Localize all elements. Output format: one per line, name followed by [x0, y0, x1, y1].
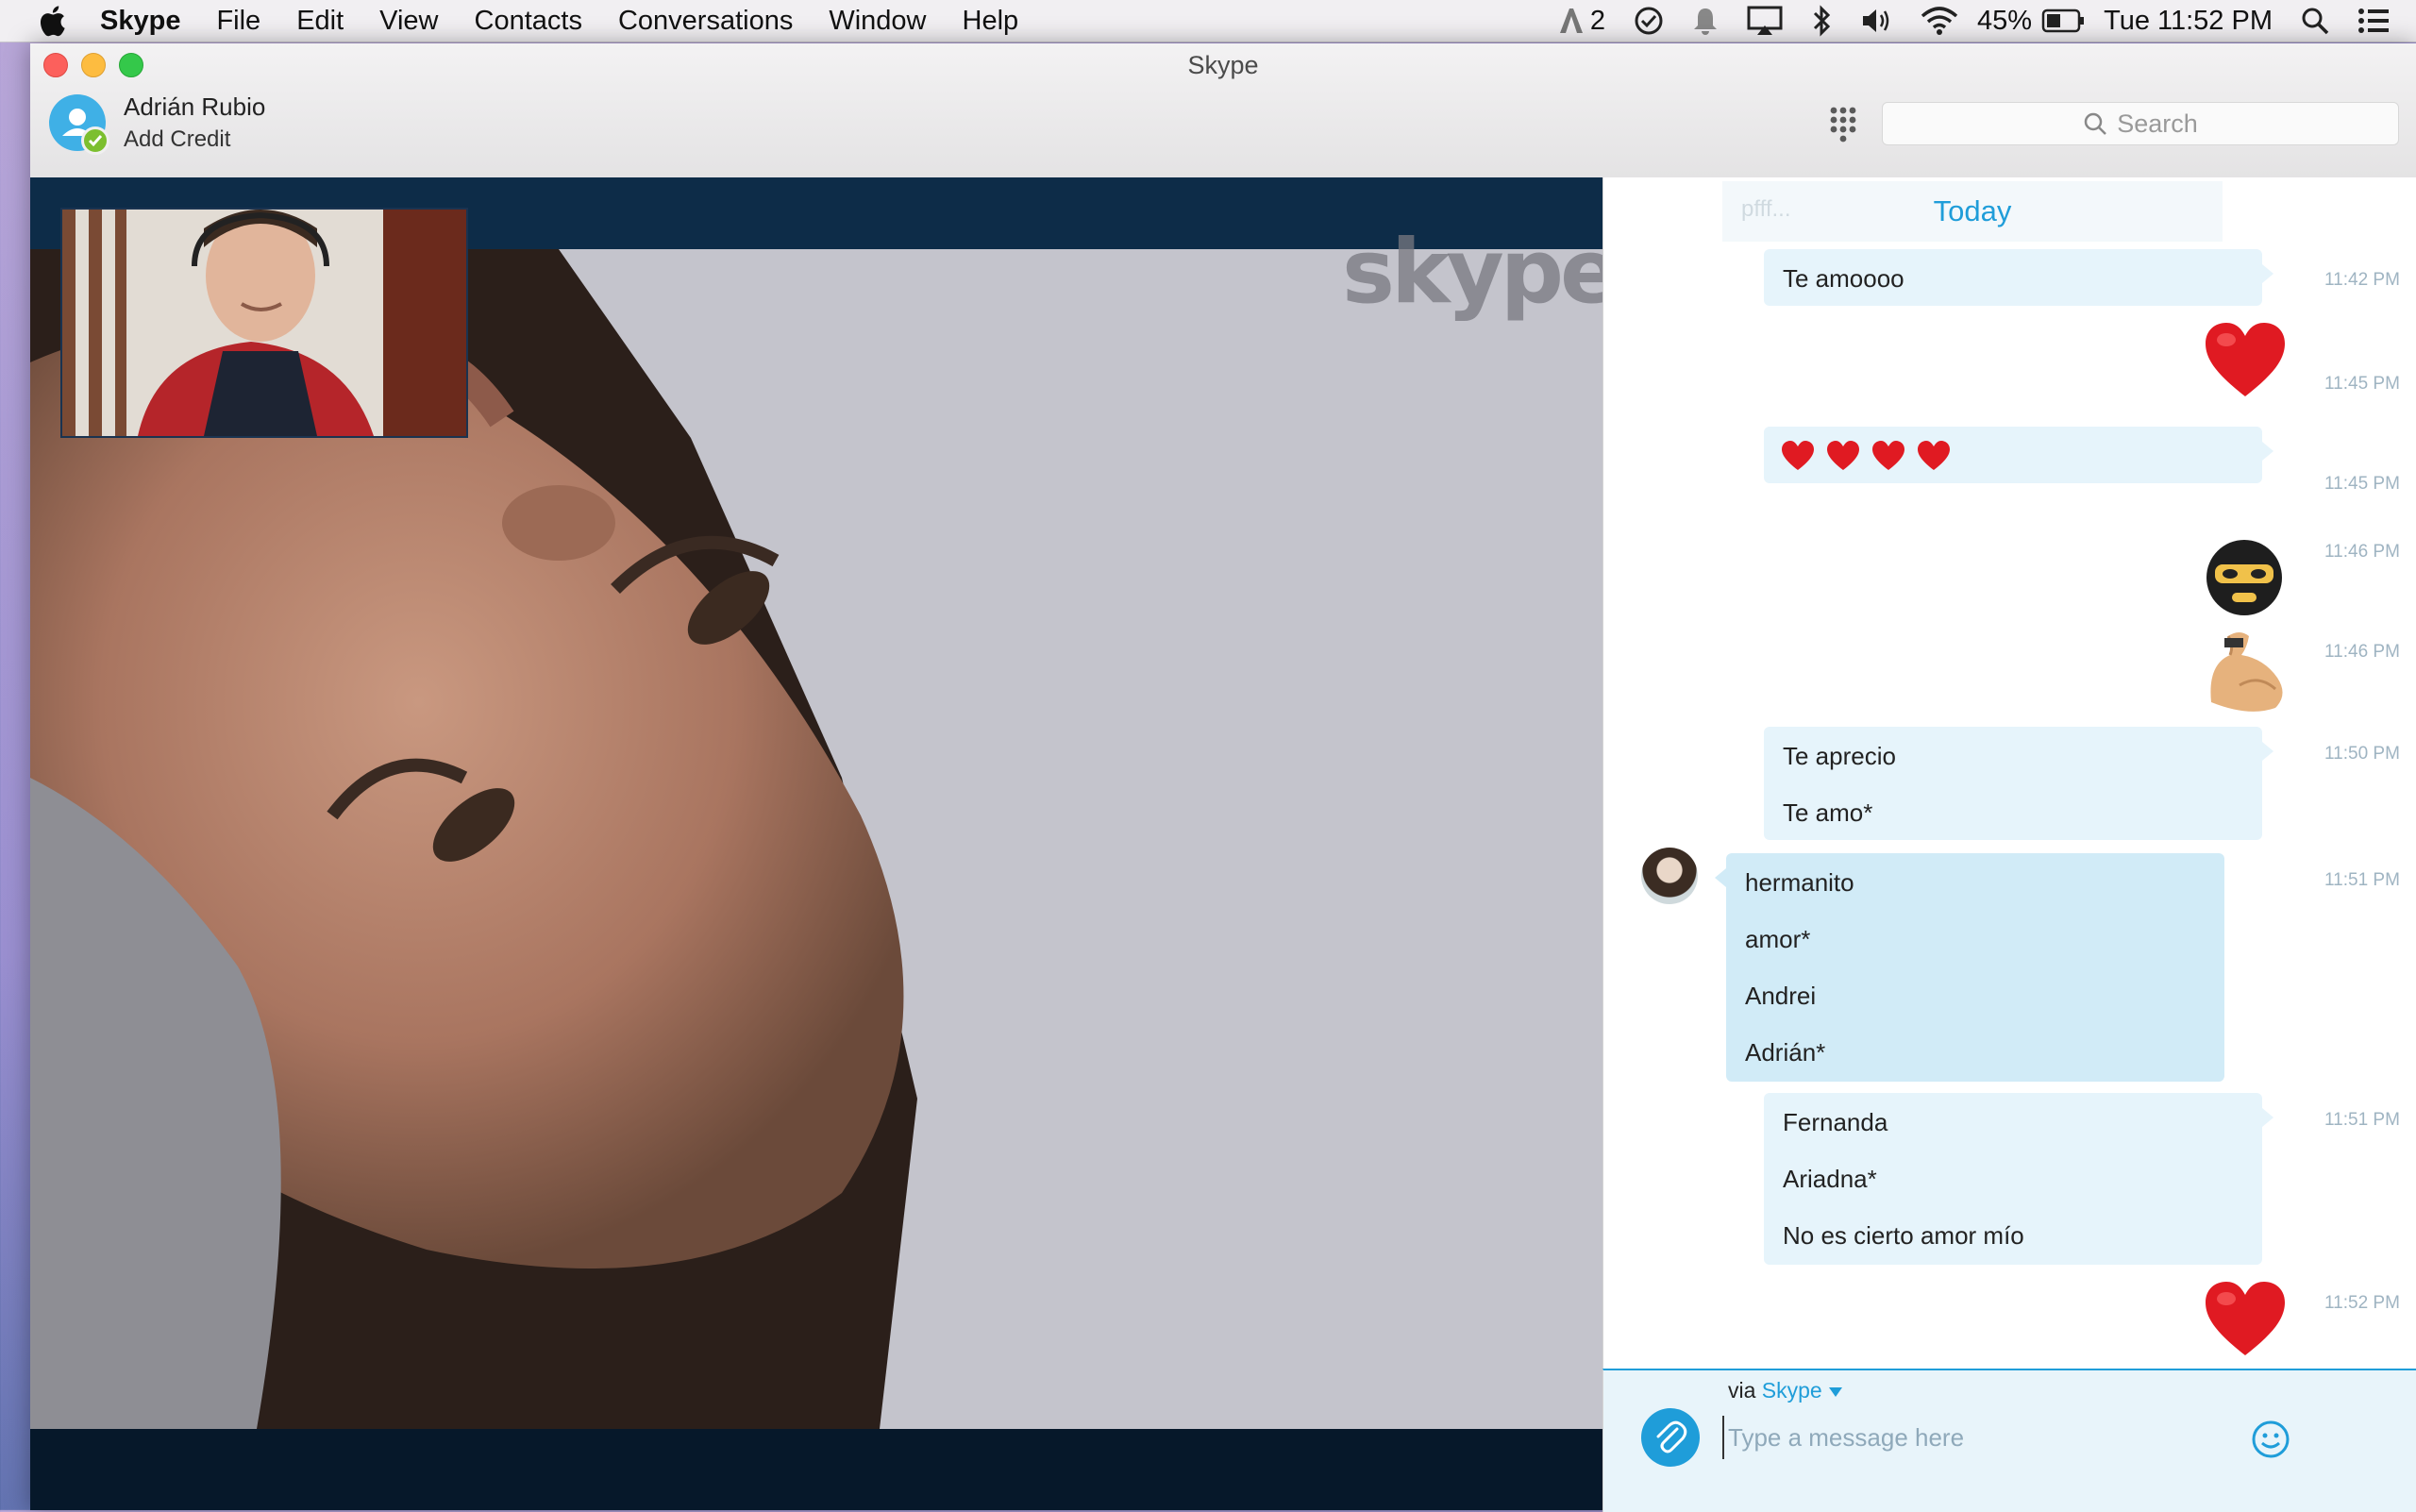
chevron-down-icon[interactable]: [1828, 1386, 1843, 1398]
checkmark-circle-icon[interactable]: [1634, 6, 1664, 36]
paperclip-icon: [1656, 1420, 1687, 1453]
notification-bell-icon[interactable]: [1692, 6, 1719, 36]
message-text: Fernanda: [1783, 1108, 1888, 1136]
user-avatar[interactable]: [49, 94, 109, 155]
skype-watermark-logo: skypeTM: [1342, 221, 1602, 324]
airplay-icon[interactable]: [1747, 6, 1783, 36]
muscle-emoticon-icon[interactable]: [2202, 627, 2292, 717]
apple-menu-icon[interactable]: [38, 5, 66, 37]
message-bubble-outgoing[interactable]: Fernanda Ariadna* No es cierto amor mío: [1764, 1093, 2273, 1265]
message-bubble-incoming[interactable]: hermanito amor* Andrei Adrián*: [1715, 853, 2224, 1082]
status-area: 2 45% Tue 11:52 PM: [1530, 0, 2416, 42]
message-timestamp: 11:50 PM: [2324, 744, 2400, 764]
call-controls-bar: [30, 1429, 1602, 1510]
message-timestamp: 11:51 PM: [2324, 1110, 2400, 1130]
via-skype-link[interactable]: Skype: [1762, 1378, 1822, 1403]
date-separator: pfff... Today: [1722, 181, 2223, 242]
via-selector[interactable]: via Skype: [1728, 1378, 1843, 1403]
message-text: Te amo*: [1783, 798, 1873, 827]
video-call-area[interactable]: skypeTM: [30, 177, 1602, 1510]
heart-emoticon-icon[interactable]: [2202, 319, 2289, 400]
adobe-icon[interactable]: 2: [1558, 6, 1605, 37]
self-view-image: [62, 210, 466, 436]
contact-avatar[interactable]: [1641, 848, 1698, 904]
skype-window: Skype Adrián Rubio Add Credit Search sky…: [30, 43, 2416, 1512]
message-input[interactable]: [1722, 1416, 2202, 1459]
bluetooth-icon[interactable]: [1811, 5, 1832, 37]
volume-icon[interactable]: [1860, 7, 1892, 35]
spotlight-search-icon[interactable]: [2301, 7, 2329, 35]
menu-conversations[interactable]: Conversations: [618, 6, 793, 37]
message-timestamp: 11:52 PM: [2324, 1293, 2400, 1313]
title-bar: Skype Adrián Rubio Add Credit Search: [30, 43, 2416, 178]
menu-bar: Skype File Edit View Contacts Conversati…: [0, 0, 2416, 42]
message-text: Te amoooo: [1783, 264, 1904, 293]
message-text: amor*: [1745, 925, 1811, 953]
battery-percent: 45%: [1977, 5, 2033, 36]
presence-online-icon: [81, 126, 109, 155]
adobe-count: 2: [1589, 5, 1606, 36]
menu-contacts[interactable]: Contacts: [475, 6, 582, 37]
message-text: Adrián*: [1745, 1038, 1826, 1067]
message-bubble-outgoing[interactable]: Te aprecio Te amo*: [1764, 727, 2273, 840]
window-title: Skype: [1187, 51, 1259, 79]
message-composer: via Skype: [1602, 1369, 2416, 1512]
via-label: via: [1728, 1378, 1756, 1403]
menu-help[interactable]: Help: [963, 6, 1019, 37]
skype-logo-text: skype: [1342, 221, 1602, 324]
menu-file[interactable]: File: [216, 6, 260, 37]
heart-emoticon-icon[interactable]: [2202, 1278, 2289, 1359]
dial-pad-icon[interactable]: [1829, 106, 1857, 143]
message-timestamp: 11:45 PM: [2324, 374, 2400, 394]
message-timestamp: 11:42 PM: [2324, 270, 2400, 290]
notification-center-icon[interactable]: [2357, 8, 2390, 34]
search-placeholder: Search: [2117, 109, 2198, 138]
attach-file-button[interactable]: [1641, 1408, 1700, 1467]
search-icon: [2084, 112, 2107, 135]
message-text: Ariadna*: [1783, 1165, 1877, 1193]
four-hearts-emoticon-icon: [1782, 441, 1950, 470]
message-timestamp: 11:51 PM: [2324, 870, 2400, 890]
bandit-emoticon-icon[interactable]: [2202, 532, 2287, 617]
search-field[interactable]: Search: [1882, 102, 2399, 145]
message-bubble-outgoing[interactable]: Te amoooo: [1764, 249, 2273, 306]
message-timestamp: 11:45 PM: [2324, 474, 2400, 494]
message-timestamp: 11:46 PM: [2324, 642, 2400, 662]
message-timestamp: 11:46 PM: [2324, 542, 2400, 562]
menu-window[interactable]: Window: [829, 6, 926, 37]
add-credit-link[interactable]: Add Credit: [124, 126, 230, 153]
message-text: No es cierto amor mío: [1783, 1221, 2024, 1250]
menu-view[interactable]: View: [379, 6, 438, 37]
self-view-video[interactable]: [60, 208, 468, 438]
menu-edit[interactable]: Edit: [296, 6, 344, 37]
conversation-panel[interactable]: pfff... Today Te amoooo 11:42 PM 11:45 P…: [1602, 177, 2416, 1369]
message-text: Andrei: [1745, 982, 1817, 1010]
message-text: hermanito: [1745, 868, 1854, 897]
menu-app-skype[interactable]: Skype: [100, 6, 180, 37]
battery-icon[interactable]: [2041, 8, 2085, 33]
emoticon-picker-icon[interactable]: [2251, 1420, 2290, 1459]
date-label: Today: [1933, 194, 2012, 227]
user-name[interactable]: Adrián Rubio: [124, 92, 265, 122]
message-bubble-outgoing[interactable]: [1764, 427, 2273, 483]
message-text: Te aprecio: [1783, 742, 1896, 770]
wifi-icon[interactable]: [1921, 7, 1958, 35]
menubar-clock[interactable]: Tue 11:52 PM: [2104, 6, 2273, 37]
